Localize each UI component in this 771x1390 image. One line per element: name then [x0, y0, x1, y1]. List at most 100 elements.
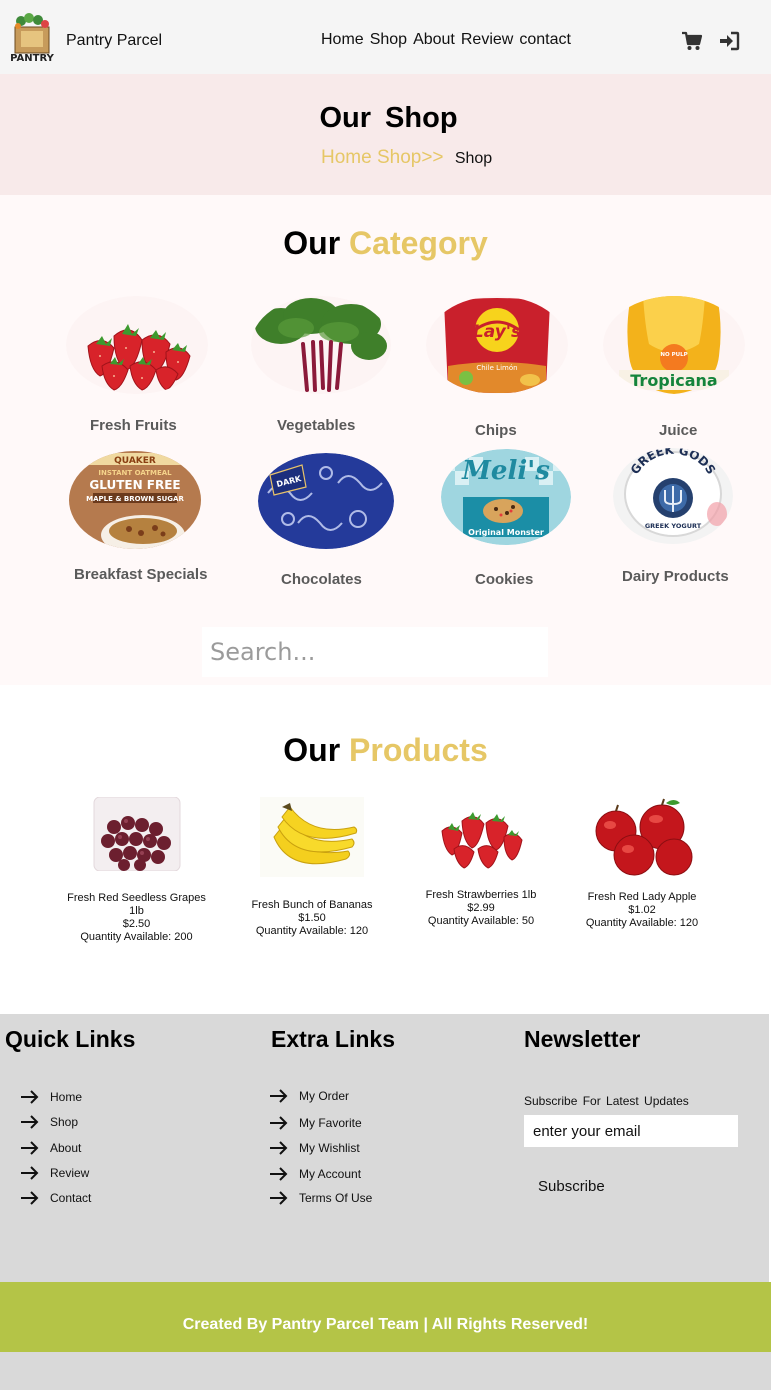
arrow-right-icon	[270, 1089, 288, 1103]
arrow-right-icon	[21, 1191, 39, 1205]
products-heading: Our Products	[0, 732, 771, 769]
footer-link-my-wishlist[interactable]: My Wishlist	[269, 1140, 360, 1156]
breadcrumb-current: Shop	[454, 150, 493, 167]
product-quantity: Quantity Available: 200	[80, 931, 193, 943]
arrow-right-icon	[21, 1115, 39, 1129]
product-quantity: Quantity Available: 120	[255, 925, 369, 937]
arrow-right-icon	[21, 1166, 39, 1180]
footer-link-label: My Account	[299, 1167, 362, 1181]
tropicana-logo-text: Tropicana	[630, 371, 717, 390]
footer-link-label: About	[50, 1141, 82, 1155]
footer-link-review[interactable]: Review	[20, 1165, 89, 1181]
oats-line-text: INSTANT OATMEAL	[98, 469, 172, 477]
category-label: Vegetables	[277, 417, 356, 434]
footer-link-label: My Wishlist	[299, 1141, 360, 1155]
footer-link-label: My Order	[299, 1089, 350, 1103]
footer-link-about[interactable]: About	[20, 1140, 81, 1156]
bottom-strip	[0, 1352, 771, 1390]
footer-link-shop[interactable]: Shop	[20, 1114, 78, 1130]
breadcrumb-link[interactable]: Home Shop>>	[321, 147, 444, 168]
pantry-parcel-logo[interactable]: PANTRY	[7, 11, 57, 65]
product-price: $2.50	[122, 918, 151, 930]
footer-link-contact[interactable]: Contact	[20, 1190, 91, 1206]
chocolates-bag-image: DARK	[258, 453, 394, 549]
arrow-right-icon	[21, 1090, 39, 1104]
grapes-image	[93, 796, 180, 872]
category-label: Fresh Fruits	[90, 417, 177, 434]
sign-in-icon[interactable]	[718, 31, 740, 51]
footer-link-terms[interactable]: Terms Of Use	[269, 1190, 372, 1206]
footer-link-label: Home	[50, 1090, 83, 1104]
nav-link-about[interactable]: About	[413, 31, 455, 49]
nav-link-shop[interactable]: Shop	[370, 31, 407, 49]
strawberries-image	[66, 296, 208, 394]
chips-bag-image: Lay's Chile Limón	[426, 296, 568, 394]
category-heading-accent: Category	[349, 225, 488, 261]
footer-link-my-favorite[interactable]: My Favorite	[269, 1115, 362, 1131]
product-price: $2.99	[467, 902, 495, 914]
product-price: $1.50	[298, 912, 326, 924]
footer-link-label: My Favorite	[299, 1116, 362, 1130]
nav-link-review[interactable]: Review	[461, 31, 513, 49]
product-card-bananas[interactable]: Fresh Bunch of Bananas $1.50 Quantity Av…	[240, 797, 384, 938]
juice-carton-image: NO PULP Tropicana	[603, 296, 745, 394]
category-label: Chips	[475, 422, 517, 439]
lays-logo-text: Lay's	[473, 322, 521, 342]
product-name: Fresh Bunch of Bananas	[251, 899, 373, 911]
yogurt-tub-image: GREEK GODS GREEK YOGURT	[613, 448, 733, 544]
products-heading-accent: Products	[349, 732, 488, 768]
footer-link-home[interactable]: Home	[20, 1089, 82, 1105]
product-card-apple[interactable]: Fresh Red Lady Apple $1.02 Quantity Avai…	[578, 797, 706, 930]
arrow-right-icon	[270, 1167, 288, 1181]
category-label: Cookies	[475, 571, 534, 588]
page-title: Our Shop	[319, 102, 458, 134]
newsletter-heading: Newsletter	[524, 1026, 641, 1052]
oats-brand-text: QUAKER	[114, 456, 156, 466]
breadcrumb: Home Shop>> Shop	[321, 147, 492, 169]
subscribe-button[interactable]: Subscribe	[524, 1174, 624, 1198]
product-name: Fresh Red Lady Apple	[587, 891, 697, 903]
footer-link-label: Shop	[50, 1115, 79, 1129]
category-label: Chocolates	[281, 571, 362, 588]
category-label: Juice	[659, 422, 698, 439]
footer-link-label: Review	[50, 1166, 90, 1180]
footer-link-my-account[interactable]: My Account	[269, 1166, 361, 1182]
category-heading-prefix: Our	[283, 225, 341, 261]
products-heading-prefix: Our	[283, 732, 341, 768]
logo-text: PANTRY	[10, 53, 54, 64]
product-strawberries-image	[432, 797, 530, 873]
category-heading: Our Category	[0, 225, 771, 262]
lays-flavor-text: Chile Limón	[476, 364, 517, 372]
search-input[interactable]	[202, 627, 548, 677]
product-name: Fresh Red Seedless Grapes 1lb	[67, 892, 206, 917]
nav-link-home[interactable]: Home	[321, 31, 364, 49]
category-label: Breakfast Specials	[74, 566, 208, 583]
product-quantity: Quantity Available: 50	[427, 915, 535, 927]
email-field[interactable]	[524, 1115, 738, 1147]
arrow-right-icon	[21, 1141, 39, 1155]
cookies-bag-image: Meli's Original Monster	[441, 449, 571, 545]
extra-links-heading: Extra Links	[271, 1026, 395, 1052]
vegetables-image	[251, 296, 391, 394]
cookies-brand-text: Meli's	[461, 456, 550, 486]
cookies-flavor-text: Original Monster	[468, 528, 544, 537]
product-card-strawberries[interactable]: Fresh Strawberries 1lb $2.99 Quantity Av…	[415, 797, 547, 928]
main-menu: Home Shop About Review contact	[321, 31, 571, 49]
product-card-grapes[interactable]: Fresh Red Seedless Grapes 1lb $2.50 Quan…	[63, 796, 210, 944]
oats-title-text: GLUTEN FREE	[89, 478, 180, 492]
oatmeal-box-image: QUAKER INSTANT OATMEAL GLUTEN FREE MAPLE…	[69, 451, 201, 549]
category-section: Our Category Fresh Fruits Vegetables Lay…	[0, 195, 771, 685]
juice-badge-text: NO PULP	[660, 352, 687, 358]
oats-flavor-text: MAPLE & BROWN SUGAR	[86, 495, 184, 503]
apples-image	[582, 797, 702, 879]
page-hero: Our Shop Home Shop>> Shop	[0, 74, 771, 195]
footer-link-my-order[interactable]: My Order	[269, 1088, 349, 1104]
credits-bar: Created By Pantry Parcel Team | All Righ…	[0, 1282, 771, 1352]
newsletter-subtitle: Subscribe For Latest Updates	[524, 1094, 689, 1108]
nav-link-contact[interactable]: contact	[519, 31, 571, 49]
bananas-image	[260, 797, 364, 877]
cart-icon[interactable]	[681, 31, 703, 51]
product-quantity: Quantity Available: 120	[585, 917, 699, 929]
brand-name[interactable]: Pantry Parcel	[66, 32, 162, 50]
product-price: $1.02	[628, 904, 656, 916]
